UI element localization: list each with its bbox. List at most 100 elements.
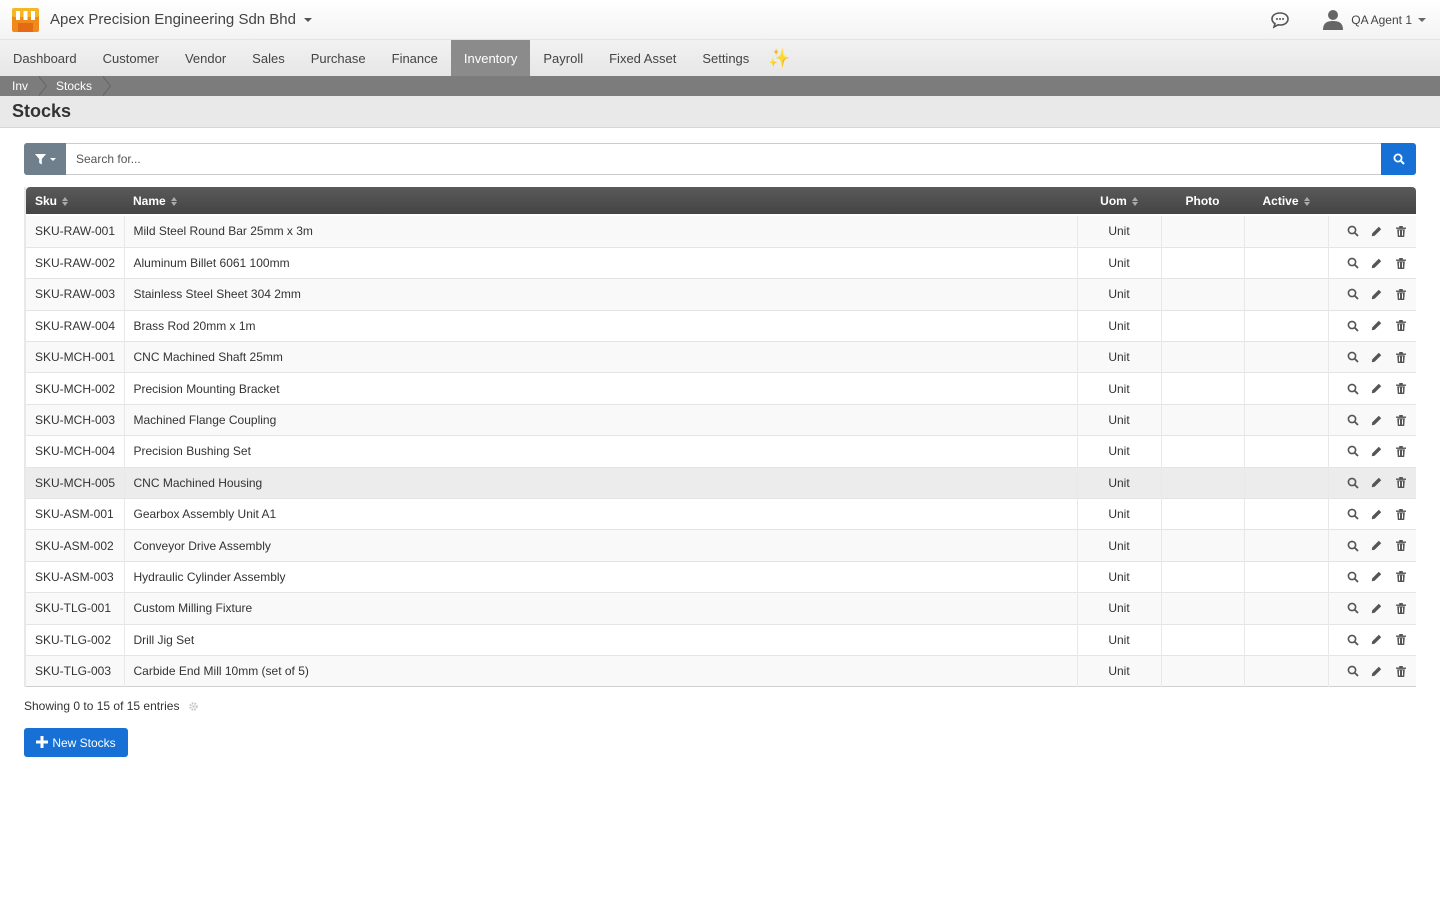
cell-name: Gearbox Assembly Unit A1 bbox=[124, 498, 1078, 530]
edit-icon[interactable] bbox=[1370, 256, 1384, 270]
column-header-name[interactable]: Name bbox=[124, 187, 1077, 214]
table-row[interactable]: SKU-MCH-005 CNC Machined Housing Unit bbox=[26, 467, 1416, 499]
cell-actions bbox=[1328, 310, 1416, 341]
breadcrumb-inv[interactable]: Inv bbox=[0, 76, 48, 96]
nav-customer[interactable]: Customer bbox=[90, 40, 172, 76]
delete-icon[interactable] bbox=[1394, 664, 1408, 678]
cell-sku: SKU-MCH-001 bbox=[26, 341, 125, 373]
edit-icon[interactable] bbox=[1370, 319, 1384, 333]
edit-icon[interactable] bbox=[1370, 350, 1384, 364]
filter-icon bbox=[34, 153, 46, 164]
view-icon[interactable] bbox=[1346, 664, 1360, 678]
search-input[interactable] bbox=[66, 143, 1381, 175]
delete-icon[interactable] bbox=[1394, 256, 1408, 270]
company-switcher[interactable]: Apex Precision Engineering Sdn Bhd bbox=[0, 7, 312, 32]
filter-button[interactable] bbox=[24, 143, 66, 175]
table-row[interactable]: SKU-MCH-003 Machined Flange Coupling Unit bbox=[26, 404, 1416, 436]
nav-purchase[interactable]: Purchase bbox=[298, 40, 379, 76]
view-icon[interactable] bbox=[1346, 539, 1360, 553]
table-row[interactable]: SKU-TLG-001 Custom Milling Fixture Unit bbox=[26, 592, 1416, 625]
chevron-down-icon bbox=[304, 17, 312, 22]
table-row[interactable]: SKU-MCH-004 Precision Bushing Set Unit bbox=[26, 435, 1416, 468]
table-row[interactable]: SKU-TLG-003 Carbide End Mill 10mm (set of… bbox=[26, 655, 1416, 687]
chat-button[interactable] bbox=[1265, 5, 1295, 35]
delete-icon[interactable] bbox=[1394, 350, 1408, 364]
edit-icon[interactable] bbox=[1370, 476, 1384, 490]
view-icon[interactable] bbox=[1346, 256, 1360, 270]
table-row[interactable]: SKU-RAW-002 Aluminum Billet 6061 100mm Uni… bbox=[26, 247, 1416, 279]
table-row[interactable]: SKU-ASM-001 Gearbox Assembly Unit A1 Unit bbox=[26, 498, 1416, 530]
edit-icon[interactable] bbox=[1370, 444, 1384, 458]
delete-icon[interactable] bbox=[1394, 633, 1408, 647]
edit-icon[interactable] bbox=[1370, 633, 1384, 647]
view-icon[interactable] bbox=[1346, 633, 1360, 647]
search-icon bbox=[1393, 153, 1405, 165]
delete-icon[interactable] bbox=[1394, 476, 1408, 490]
cell-sku: SKU-RAW-001 bbox=[26, 216, 125, 248]
delete-icon[interactable] bbox=[1394, 570, 1408, 584]
edit-icon[interactable] bbox=[1370, 664, 1384, 678]
sort-icon bbox=[62, 196, 69, 206]
gear-icon[interactable] bbox=[188, 701, 199, 712]
column-header-uom[interactable]: Uom bbox=[1077, 187, 1161, 214]
nav-fixed-asset[interactable]: Fixed Asset bbox=[596, 40, 689, 76]
nav-sales[interactable]: Sales bbox=[239, 40, 298, 76]
cell-actions bbox=[1328, 216, 1416, 247]
delete-icon[interactable] bbox=[1394, 507, 1408, 521]
breadcrumb-stocks[interactable]: Stocks bbox=[38, 76, 112, 96]
view-icon[interactable] bbox=[1346, 413, 1360, 427]
table-row[interactable]: SKU-TLG-002 Drill Jig Set Unit bbox=[26, 624, 1416, 656]
cell-uom: Unit bbox=[1077, 435, 1162, 468]
nav-dashboard[interactable]: Dashboard bbox=[0, 40, 90, 76]
edit-icon[interactable] bbox=[1370, 507, 1384, 521]
search-button[interactable] bbox=[1381, 143, 1416, 175]
shop-logo-icon bbox=[12, 7, 39, 32]
nav-payroll[interactable]: Payroll bbox=[530, 40, 596, 76]
delete-icon[interactable] bbox=[1394, 382, 1408, 396]
user-menu[interactable]: QA Agent 1 bbox=[1323, 9, 1426, 31]
cell-photo bbox=[1161, 624, 1245, 656]
edit-icon[interactable] bbox=[1370, 413, 1384, 427]
nav-settings[interactable]: Settings bbox=[689, 40, 762, 76]
column-header-sku[interactable]: Sku bbox=[26, 187, 124, 214]
table-row[interactable]: SKU-MCH-002 Precision Mounting Bracket Uni… bbox=[26, 372, 1416, 405]
cell-active bbox=[1244, 592, 1329, 625]
delete-icon[interactable] bbox=[1394, 413, 1408, 427]
edit-icon[interactable] bbox=[1370, 382, 1384, 396]
edit-icon[interactable] bbox=[1370, 287, 1384, 301]
table-row[interactable]: SKU-ASM-003 Hydraulic Cylinder Assembly Un… bbox=[26, 561, 1416, 593]
delete-icon[interactable] bbox=[1394, 539, 1408, 553]
view-icon[interactable] bbox=[1346, 382, 1360, 396]
table-row[interactable]: SKU-MCH-001 CNC Machined Shaft 25mm Unit bbox=[26, 341, 1416, 373]
delete-icon[interactable] bbox=[1394, 444, 1408, 458]
view-icon[interactable] bbox=[1346, 507, 1360, 521]
delete-icon[interactable] bbox=[1394, 287, 1408, 301]
cell-actions bbox=[1328, 624, 1416, 655]
view-icon[interactable] bbox=[1346, 319, 1360, 333]
table-row[interactable]: SKU-ASM-002 Conveyor Drive Assembly Unit bbox=[26, 529, 1416, 562]
edit-icon[interactable] bbox=[1370, 570, 1384, 584]
edit-icon[interactable] bbox=[1370, 539, 1384, 553]
view-icon[interactable] bbox=[1346, 224, 1360, 238]
view-icon[interactable] bbox=[1346, 350, 1360, 364]
table-row[interactable]: SKU-RAW-003 Stainless Steel Sheet 304 2mm… bbox=[26, 278, 1416, 311]
table-row[interactable]: SKU-RAW-001 Mild Steel Round Bar 25mm x 3… bbox=[26, 216, 1416, 248]
edit-icon[interactable] bbox=[1370, 601, 1384, 615]
table-row[interactable]: SKU-RAW-004 Brass Rod 20mm x 1m Unit bbox=[26, 310, 1416, 342]
delete-icon[interactable] bbox=[1394, 601, 1408, 615]
view-icon[interactable] bbox=[1346, 287, 1360, 301]
delete-icon[interactable] bbox=[1394, 224, 1408, 238]
view-icon[interactable] bbox=[1346, 476, 1360, 490]
nav-inventory[interactable]: Inventory bbox=[450, 40, 531, 76]
edit-icon[interactable] bbox=[1370, 224, 1384, 238]
cell-active bbox=[1244, 278, 1329, 311]
delete-icon[interactable] bbox=[1394, 319, 1408, 333]
nav-vendor[interactable]: Vendor bbox=[172, 40, 239, 76]
view-icon[interactable] bbox=[1346, 444, 1360, 458]
new-stocks-button[interactable]: New Stocks bbox=[24, 728, 128, 757]
column-header-active[interactable]: Active bbox=[1244, 187, 1328, 214]
sparkle-icon[interactable]: ✨ bbox=[762, 40, 796, 76]
nav-finance[interactable]: Finance bbox=[379, 40, 451, 76]
view-icon[interactable] bbox=[1346, 570, 1360, 584]
view-icon[interactable] bbox=[1346, 601, 1360, 615]
